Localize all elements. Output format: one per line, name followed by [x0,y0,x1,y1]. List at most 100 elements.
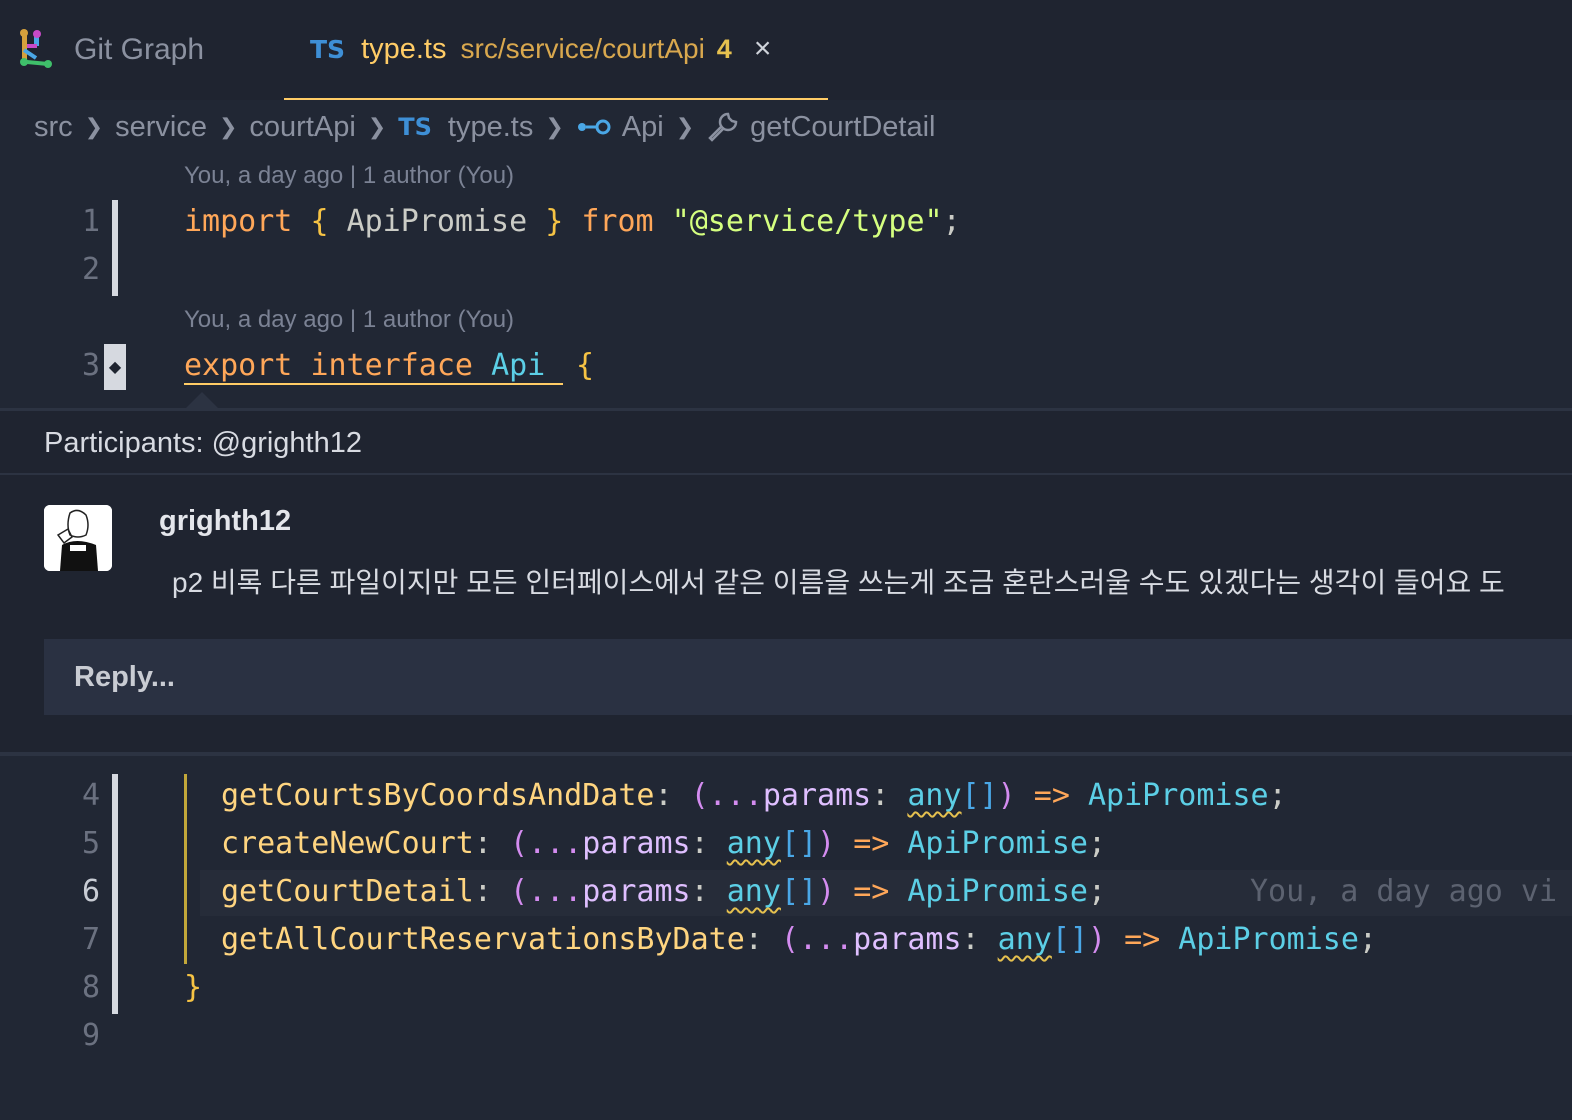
token-string: "@service/type" [671,204,943,239]
line-number: 8 [81,970,100,1005]
code-line-6[interactable]: getCourtDetail: (...params: any[]) => Ap… [221,874,1106,909]
token-any-warning[interactable]: any [907,778,961,813]
token-any-warning[interactable]: any [727,874,781,909]
token-interface: interface [310,348,473,383]
token-property: createNewCourt [221,826,474,861]
breadcrumb-item-api[interactable]: Api [622,111,664,144]
token-property: getCourtsByCoordsAndDate [221,778,655,813]
token-paren: ) [817,826,836,861]
git-graph-icon [18,28,56,73]
token-colon: : [473,874,492,909]
breadcrumb-item-file[interactable]: type.ts [448,111,533,144]
code-line-7[interactable]: getAllCourtReservationsByDate: (...param… [221,922,1377,957]
token-any-warning[interactable]: any [998,922,1052,957]
token-array: [] [780,826,818,861]
token-any-warning[interactable]: any [727,826,781,861]
token-semicolon: ; [1268,778,1287,813]
breadcrumb: src ❯ service ❯ courtApi ❯ TS type.ts ❯ … [34,104,936,150]
line-number: 5 [81,826,100,861]
line-number: 2 [81,252,100,287]
breadcrumb-item-service[interactable]: service [115,111,207,144]
inline-blame: You, a day ago vi [1250,874,1558,909]
token-paren: ( [510,826,529,861]
git-change-bar[interactable] [112,200,118,296]
breadcrumb-item-courtapi[interactable]: courtApi [249,111,355,144]
token-from: from [581,204,654,239]
token-paren: ( [510,874,529,909]
comment-thread-panel: Participants: @grighth12 grighth12 p2 비록… [0,408,1572,756]
token-param: params [582,826,691,861]
breadcrumb-item-src[interactable]: src [34,111,73,144]
avatar [44,505,112,571]
tab-bar: Git Graph TS type.ts src/service/courtAp… [0,0,1572,100]
token-array: [] [961,778,998,813]
chevron-right-icon: ❯ [545,114,564,139]
codelens-blame[interactable]: You, a day ago | 1 author (You) [184,162,514,190]
comment-pointer [186,392,218,408]
token-paren: ( [690,778,709,813]
token-property: getAllCourtReservationsByDate [221,922,745,957]
chevron-right-icon: ❯ [367,114,387,139]
token-array: [] [780,874,818,909]
token-colon: : [871,778,890,813]
token-export: export [184,348,293,383]
token-semicolon: ; [942,204,961,239]
token-paren: ( [780,922,799,957]
token-colon: : [744,922,763,957]
interface-icon [576,117,612,137]
token-paren: ) [1087,922,1107,957]
divider [0,473,1572,475]
git-change-bar[interactable] [112,774,118,1014]
chevron-right-icon: ❯ [84,114,104,139]
comment-body: p2 비록 다른 파일이지만 모든 인터페이스에서 같은 이름을 쓰는게 조금 … [172,567,1505,598]
codelens-blame[interactable]: You, a day ago | 1 author (You) [184,306,514,334]
token-spread: ... [708,778,763,813]
problem-count-badge: 4 [716,33,732,64]
token-array: [] [1051,922,1088,957]
token-paren: ) [817,874,836,909]
tab-filename: type.ts [361,32,447,65]
token-param: params [582,874,691,909]
token-return-type: ApiPromise [907,826,1088,861]
code-line-5[interactable]: createNewCourt: (...params: any[]) => Ap… [221,826,1106,861]
token-type-name: Api [491,348,546,383]
line-number: 9 [81,1018,100,1053]
token-import: import [184,204,293,239]
chevron-right-icon: ❯ [218,114,238,139]
typescript-icon: TS [398,113,432,141]
token-brace: } [545,204,564,239]
token-param: params [762,778,872,813]
reply-input[interactable]: Reply... [44,639,1572,715]
token-colon: : [690,826,709,861]
tab-filepath: src/service/courtApi [460,33,705,64]
token-colon: : [961,922,980,957]
token-arrow: => [1033,778,1070,813]
code-line-1[interactable]: import { ApiPromise } from "@service/typ… [184,204,961,239]
token-arrow: => [1124,922,1161,957]
code-line-4[interactable]: getCourtsByCoordsAndDate: (...params: an… [221,778,1287,813]
tab-git-graph[interactable]: Git Graph [18,0,204,100]
token-semicolon: ; [1088,874,1107,909]
line-number-active: 6 [81,874,100,909]
token-colon: : [473,826,492,861]
tab-git-graph-label: Git Graph [74,33,205,66]
token-spread: ... [528,826,583,861]
breadcrumb-item-method[interactable]: getCourtDetail [750,111,935,144]
token-spread: ... [528,874,583,909]
token-param: params [853,922,962,957]
token-spread: ... [798,922,854,957]
token-return-type: ApiPromise [1087,778,1269,813]
typescript-icon: TS [310,34,346,64]
wrench-icon [706,110,740,144]
token-brace: { [576,348,595,383]
token-paren: ) [997,778,1016,813]
tab-type-ts[interactable]: TS type.ts src/service/courtApi 4 × [284,0,828,100]
closing-brace[interactable]: } [184,970,202,1005]
close-icon[interactable]: × [754,32,772,66]
comment-glyph-icon[interactable]: ◆ [104,344,126,390]
token-colon: : [690,874,709,909]
token-return-type: ApiPromise [1178,922,1359,957]
token-property: getCourtDetail [221,874,474,909]
code-line-3[interactable]: export interface Api [184,348,564,385]
token-arrow: => [853,826,890,861]
